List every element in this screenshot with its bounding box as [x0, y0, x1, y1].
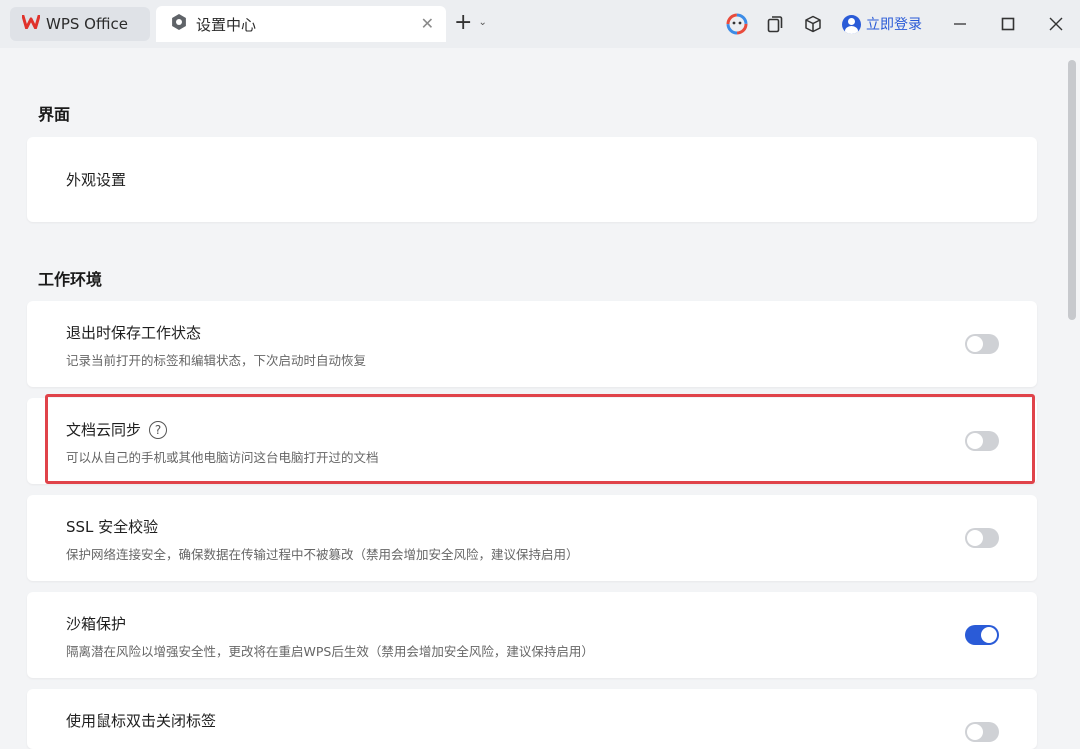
- minimize-button[interactable]: [936, 0, 984, 48]
- appearance-settings-card[interactable]: 外观设置: [27, 137, 1037, 222]
- save-state-toggle[interactable]: [965, 334, 999, 354]
- scrollbar-thumb[interactable]: [1068, 60, 1076, 320]
- section-title-interface: 界面: [38, 105, 71, 124]
- dblclick-close-toggle[interactable]: [965, 722, 999, 742]
- tab-settings-center[interactable]: 设置中心 ✕: [156, 6, 446, 42]
- setting-description: 保护网络连接安全，确保数据在传输过程中不被篡改（禁用会增加安全风险，建议保持启用…: [66, 547, 579, 562]
- tab-wps-office[interactable]: WPS Office: [10, 7, 150, 41]
- titlebar-actions: 立即登录: [718, 0, 1080, 48]
- sandbox-toggle[interactable]: [965, 625, 999, 645]
- cube-icon[interactable]: [794, 0, 832, 48]
- tab-label: 设置中心: [196, 15, 257, 34]
- new-tab-button[interactable]: + ⌄: [454, 10, 487, 35]
- login-label: 立即登录: [866, 17, 922, 33]
- setting-description: 记录当前打开的标签和编辑状态，下次启动时自动恢复: [66, 353, 367, 368]
- setting-dblclick-close: 使用鼠标双击关闭标签: [27, 689, 1037, 749]
- title-bar: WPS Office 设置中心 ✕ + ⌄ 立即登录: [0, 0, 1080, 48]
- maximize-button[interactable]: [984, 0, 1032, 48]
- gear-icon: [170, 13, 188, 35]
- setting-title: SSL 安全校验: [66, 518, 159, 536]
- close-window-button[interactable]: [1032, 0, 1080, 48]
- wps-logo-icon: [21, 14, 41, 33]
- login-button[interactable]: 立即登录: [842, 14, 922, 34]
- setting-title: 外观设置: [66, 171, 127, 189]
- section-title-work-environment: 工作环境: [38, 270, 103, 289]
- ssl-check-toggle[interactable]: [965, 528, 999, 548]
- setting-ssl-check: SSL 安全校验 保护网络连接安全，确保数据在传输过程中不被篡改（禁用会增加安全…: [27, 495, 1037, 581]
- setting-description: 隔离潜在风险以增强安全性，更改将在重启WPS后生效（禁用会增加安全风险，建议保持…: [66, 644, 594, 659]
- setting-sandbox: 沙箱保护 隔离潜在风险以增强安全性，更改将在重启WPS后生效（禁用会增加安全风险…: [27, 592, 1037, 678]
- tab-label: WPS Office: [46, 15, 128, 33]
- setting-title: 退出时保存工作状态: [66, 324, 202, 342]
- plus-icon: +: [454, 10, 473, 35]
- highlight-box: [45, 394, 1035, 484]
- setting-title: 沙箱保护: [66, 615, 127, 633]
- setting-save-state: 退出时保存工作状态 记录当前打开的标签和编辑状态，下次启动时自动恢复: [27, 301, 1037, 387]
- ai-assistant-icon[interactable]: [718, 0, 756, 48]
- user-avatar-icon: [842, 14, 861, 34]
- setting-title: 使用鼠标双击关闭标签: [66, 712, 217, 730]
- chevron-down-icon[interactable]: ⌄: [478, 17, 486, 28]
- window-manage-icon[interactable]: [756, 0, 794, 48]
- close-tab-icon[interactable]: ✕: [421, 14, 434, 33]
